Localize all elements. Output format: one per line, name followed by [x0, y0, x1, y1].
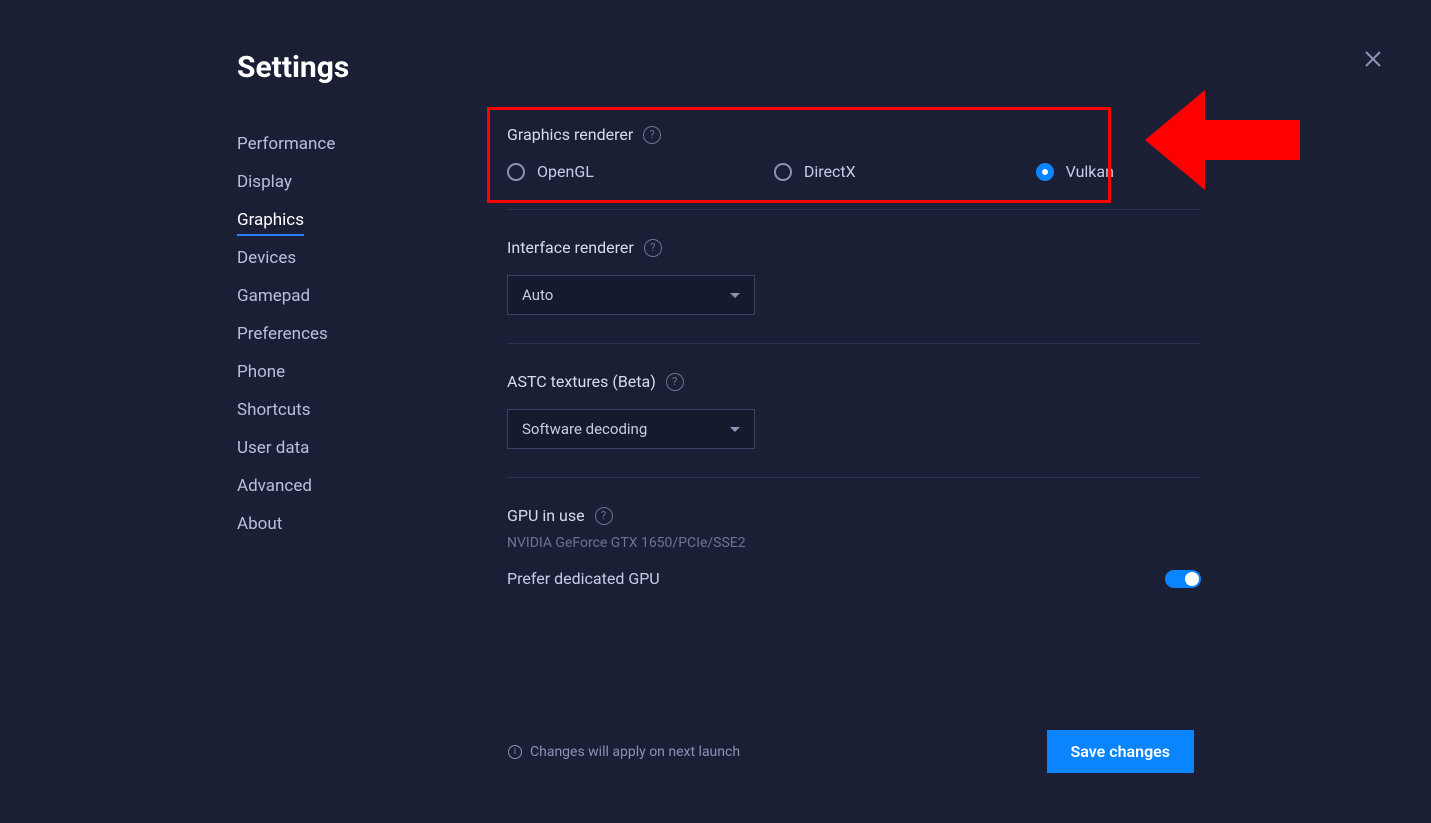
gpu-info-text: NVIDIA GeForce GTX 1650/PCIe/SSE2: [507, 535, 1201, 551]
radio-circle-icon: [774, 163, 792, 181]
dropdown-value: Auto: [522, 286, 553, 304]
sidebar-item-preferences[interactable]: Preferences: [237, 315, 457, 353]
sidebar-item-gamepad[interactable]: Gamepad: [237, 277, 457, 315]
gpu-section: GPU in use ? NVIDIA GeForce GTX 1650/PCI…: [507, 506, 1201, 616]
page-title: Settings: [237, 50, 1201, 85]
interface-renderer-dropdown[interactable]: Auto: [507, 275, 755, 315]
astc-textures-label: ASTC textures (Beta): [507, 372, 656, 391]
interface-renderer-section: Interface renderer ? Auto: [507, 238, 1201, 344]
sidebar-item-label: Graphics: [237, 210, 304, 236]
sidebar-item-label: About: [237, 514, 282, 534]
radio-vulkan[interactable]: Vulkan: [1036, 162, 1114, 181]
sidebar-item-advanced[interactable]: Advanced: [237, 467, 457, 505]
prefer-dedicated-gpu-label: Prefer dedicated GPU: [507, 569, 660, 588]
sidebar: Performance Display Graphics Devices Gam…: [237, 125, 457, 644]
radio-circle-selected-icon: [1036, 163, 1054, 181]
help-icon[interactable]: ?: [595, 507, 613, 525]
chevron-down-icon: [730, 293, 740, 298]
sidebar-item-display[interactable]: Display: [237, 163, 457, 201]
sidebar-item-label: Devices: [237, 248, 296, 268]
radio-label: DirectX: [804, 162, 856, 181]
help-icon[interactable]: ?: [666, 373, 684, 391]
gpu-label: GPU in use: [507, 506, 585, 525]
sidebar-item-graphics[interactable]: Graphics: [237, 201, 457, 239]
help-icon[interactable]: ?: [643, 126, 661, 144]
radio-label: Vulkan: [1066, 162, 1114, 181]
launch-notice: i Changes will apply on next launch: [508, 744, 740, 760]
sidebar-item-about[interactable]: About: [237, 505, 457, 543]
interface-renderer-label: Interface renderer: [507, 238, 634, 257]
sidebar-item-devices[interactable]: Devices: [237, 239, 457, 277]
sidebar-item-label: Preferences: [237, 324, 328, 344]
sidebar-item-label: User data: [237, 438, 309, 458]
prefer-dedicated-gpu-toggle[interactable]: [1165, 570, 1201, 588]
sidebar-item-shortcuts[interactable]: Shortcuts: [237, 391, 457, 429]
sidebar-item-phone[interactable]: Phone: [237, 353, 457, 391]
radio-directx[interactable]: DirectX: [774, 162, 856, 181]
sidebar-item-user-data[interactable]: User data: [237, 429, 457, 467]
sidebar-item-label: Performance: [237, 134, 335, 154]
sidebar-item-label: Advanced: [237, 476, 312, 496]
dropdown-value: Software decoding: [522, 420, 647, 438]
close-icon: [1365, 51, 1381, 67]
sidebar-item-label: Display: [237, 172, 292, 192]
footer: i Changes will apply on next launch Save…: [508, 730, 1194, 773]
info-icon: i: [508, 745, 522, 759]
radio-circle-icon: [507, 163, 525, 181]
sidebar-item-label: Shortcuts: [237, 400, 311, 420]
graphics-renderer-section: Graphics renderer ? OpenGL DirectX Vulka…: [507, 125, 1201, 210]
help-icon[interactable]: ?: [644, 239, 662, 257]
chevron-down-icon: [730, 427, 740, 432]
radio-opengl[interactable]: OpenGL: [507, 162, 594, 181]
sidebar-item-label: Gamepad: [237, 286, 310, 306]
notice-text: Changes will apply on next launch: [530, 744, 740, 760]
sidebar-item-performance[interactable]: Performance: [237, 125, 457, 163]
astc-textures-section: ASTC textures (Beta) ? Software decoding: [507, 372, 1201, 478]
sidebar-item-label: Phone: [237, 362, 285, 382]
radio-label: OpenGL: [537, 162, 594, 181]
save-changes-button[interactable]: Save changes: [1047, 730, 1194, 773]
main-panel: Graphics renderer ? OpenGL DirectX Vulka…: [507, 125, 1201, 644]
close-button[interactable]: [1365, 48, 1381, 72]
astc-textures-dropdown[interactable]: Software decoding: [507, 409, 755, 449]
graphics-renderer-label: Graphics renderer: [507, 125, 633, 144]
